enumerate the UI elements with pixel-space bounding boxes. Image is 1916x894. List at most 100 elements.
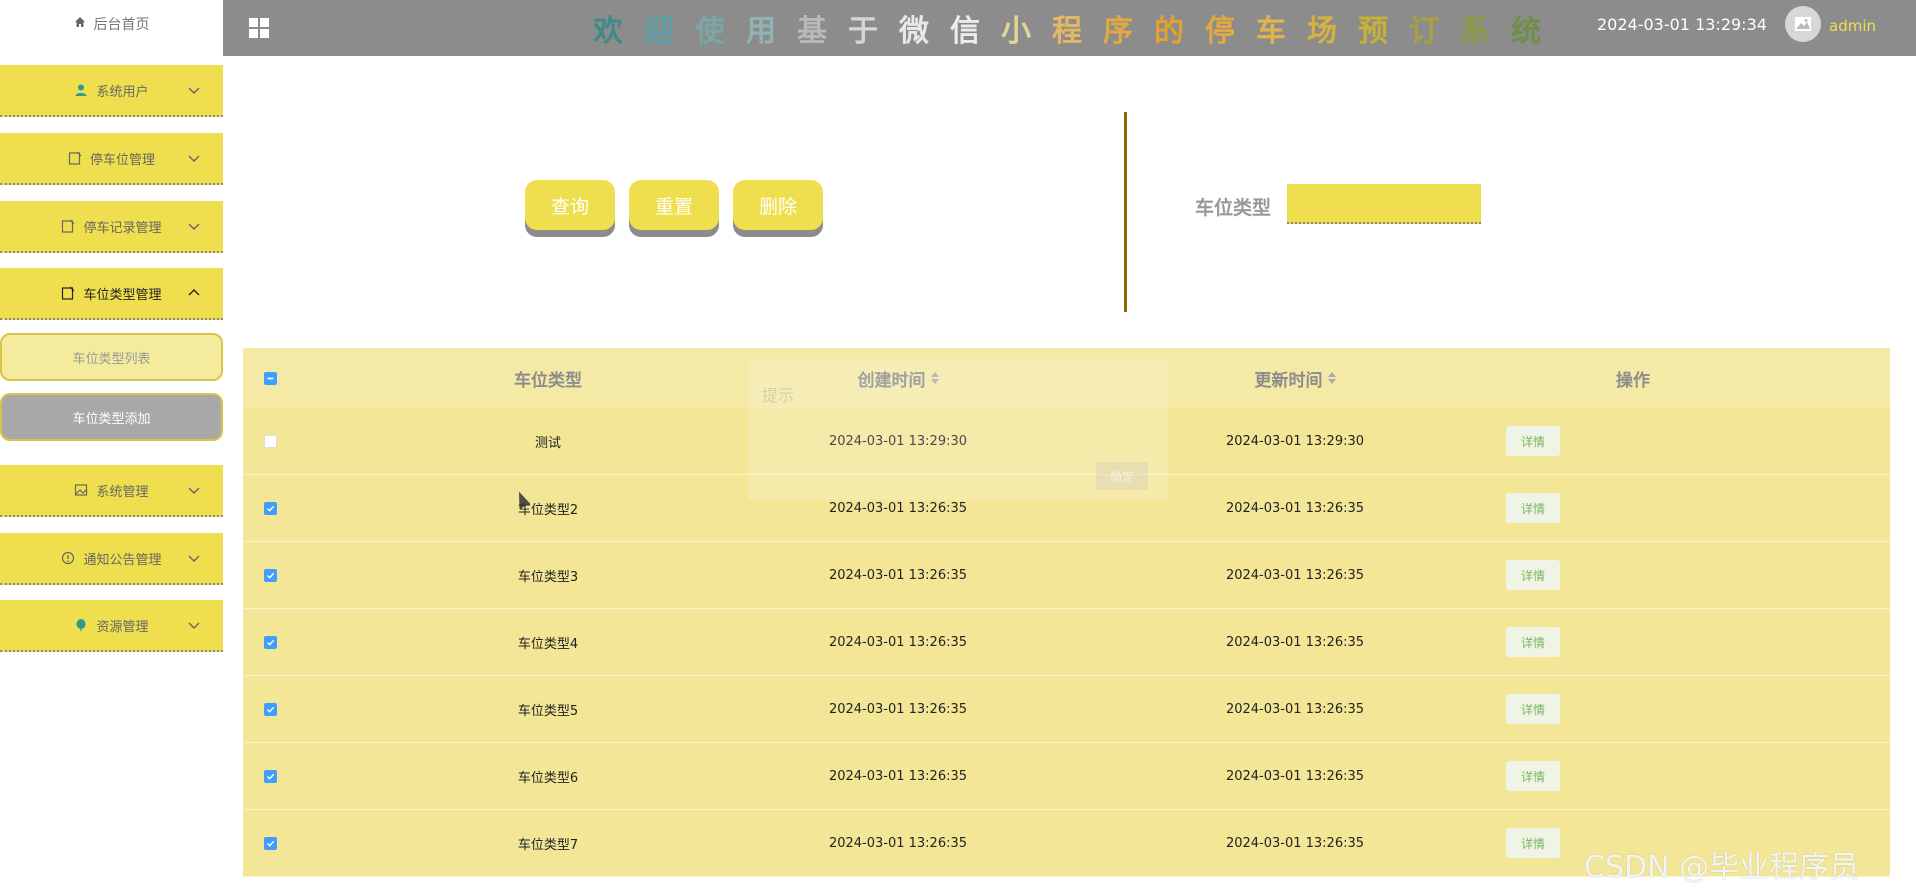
select-all-checkbox[interactable] <box>263 371 277 385</box>
cell-created: 2024-03-01 13:26:35 <box>828 835 968 851</box>
sidebar-item-parking-spaces[interactable]: 停车位管理 <box>0 133 223 185</box>
detail-button[interactable]: 详情 <box>1506 560 1560 590</box>
row-checkbox-cell <box>243 743 297 809</box>
title-char: 欢 <box>593 14 644 49</box>
table-row[interactable]: 车位类型6 2024-03-01 13:26:35 2024-03-01 13:26… <box>243 743 1890 810</box>
cell-created: 2024-03-01 13:26:35 <box>828 701 968 717</box>
dialog-confirm-button[interactable]: 确定 <box>1096 462 1148 490</box>
cell-updated: 2024-03-01 13:26:35 <box>1225 835 1365 851</box>
detail-button[interactable]: 详情 <box>1506 493 1560 523</box>
cell-updated: 2024-03-01 13:26:35 <box>1225 634 1365 650</box>
title-char: 场 <box>1307 14 1358 49</box>
query-button[interactable]: 查询 <box>525 180 615 230</box>
sidebar-subitem-type-list[interactable]: 车位类型列表 <box>0 333 223 381</box>
title-char: 迎 <box>644 14 695 49</box>
header-updated[interactable]: 更新时间 <box>1160 348 1430 408</box>
info-icon <box>61 551 75 565</box>
cell-type: 测试 <box>534 435 561 451</box>
filter-label: 车位类型 <box>1195 197 1272 219</box>
sidebar-item-label: 车位类型管理 <box>83 287 162 303</box>
sidebar-home[interactable]: 后台首页 <box>0 0 223 48</box>
title-char: 统 <box>1511 14 1562 49</box>
cell-type: 车位类型7 <box>517 837 579 853</box>
detail-button[interactable]: 详情 <box>1506 694 1560 724</box>
username[interactable]: admin <box>1829 17 1876 35</box>
sidebar-item-label: 系统管理 <box>96 484 149 500</box>
row-checkbox[interactable] <box>263 434 277 448</box>
row-checkbox-cell <box>243 542 297 608</box>
avatar[interactable] <box>1785 6 1821 42</box>
user-icon <box>74 83 88 97</box>
cell-updated: 2024-03-01 13:26:35 <box>1225 701 1365 717</box>
doc-icon <box>68 151 82 165</box>
chevron-up-icon <box>188 289 200 296</box>
dialog-overlay: 提示 确定 <box>748 360 1168 500</box>
sidebar-item-system-users[interactable]: 系统用户 <box>0 65 223 117</box>
divider <box>1124 112 1127 312</box>
title-char: 信 <box>950 14 1001 49</box>
title-char: 程 <box>1052 14 1103 49</box>
row-checkbox[interactable] <box>263 501 277 515</box>
table-row[interactable]: 车位类型3 2024-03-01 13:26:35 2024-03-01 13:26… <box>243 542 1890 609</box>
row-checkbox[interactable] <box>263 635 277 649</box>
cell-updated: 2024-03-01 13:26:35 <box>1225 768 1365 784</box>
reset-button[interactable]: 重置 <box>629 180 719 230</box>
detail-button[interactable]: 详情 <box>1506 761 1560 791</box>
chevron-down-icon <box>188 87 200 94</box>
space-type-input[interactable] <box>1287 184 1481 224</box>
row-checkbox-cell <box>243 609 297 675</box>
header-checkbox-cell <box>243 348 297 408</box>
row-checkbox[interactable] <box>263 769 277 783</box>
row-checkbox-cell <box>243 475 297 541</box>
title-char: 停 <box>1205 14 1256 49</box>
cell-operations: 详情 <box>1483 743 1583 809</box>
header-datetime: 2024-03-01 13:29:34 <box>1597 15 1767 34</box>
title-char: 系 <box>1460 14 1511 49</box>
cell-updated: 2024-03-01 13:26:35 <box>1225 500 1365 516</box>
row-checkbox[interactable] <box>263 836 277 850</box>
table-row[interactable]: 车位类型5 2024-03-01 13:26:35 2024-03-01 13:26… <box>243 676 1890 743</box>
detail-button[interactable]: 详情 <box>1506 828 1560 858</box>
sidebar-item-resources[interactable]: 资源管理 <box>0 600 223 652</box>
chevron-down-icon <box>188 622 200 629</box>
detail-button[interactable]: 详情 <box>1506 627 1560 657</box>
doc-icon <box>61 286 75 300</box>
header-operations: 操作 <box>1616 370 1650 391</box>
cell-updated: 2024-03-01 13:26:35 <box>1225 567 1365 583</box>
cell-operations: 详情 <box>1483 609 1583 675</box>
sidebar-item-parking-records[interactable]: 停车记录管理 <box>0 201 223 253</box>
cell-updated: 2024-03-01 13:29:30 <box>1225 433 1365 449</box>
sidebar-item-system-management[interactable]: 系统管理 <box>0 465 223 517</box>
title-char: 用 <box>746 14 797 49</box>
delete-button[interactable]: 删除 <box>733 180 823 230</box>
header-updated-label: 更新时间 <box>1254 370 1323 391</box>
picture-icon <box>1795 17 1811 31</box>
chevron-down-icon <box>188 223 200 230</box>
sidebar: 后台首页 系统用户 停车位管理 停车记录管理 车位类型管理 车位类型列表 车位类… <box>0 0 223 894</box>
row-checkbox[interactable] <box>263 568 277 582</box>
sidebar-item-notices[interactable]: 通知公告管理 <box>0 533 223 585</box>
balloon-icon <box>74 618 88 632</box>
title-char: 使 <box>695 14 746 49</box>
title-char: 小 <box>1001 14 1052 49</box>
cell-type: 车位类型2 <box>517 502 579 518</box>
grid-menu-icon[interactable] <box>247 16 271 40</box>
sort-icon[interactable] <box>1327 372 1336 384</box>
detail-button[interactable]: 详情 <box>1506 426 1560 456</box>
row-checkbox[interactable] <box>263 702 277 716</box>
sidebar-item-label: 系统用户 <box>96 84 149 100</box>
cell-type: 车位类型4 <box>517 636 579 652</box>
home-icon <box>74 16 86 32</box>
cell-operations: 详情 <box>1483 542 1583 608</box>
cell-type: 车位类型5 <box>517 703 579 719</box>
title-char: 基 <box>797 14 848 49</box>
sidebar-item-label: 停车记录管理 <box>83 220 162 236</box>
table-row[interactable]: 车位类型4 2024-03-01 13:26:35 2024-03-01 13:26… <box>243 609 1890 676</box>
sidebar-subitem-type-add[interactable]: 车位类型添加 <box>0 393 223 441</box>
sidebar-home-label: 后台首页 <box>93 17 150 33</box>
cell-operations: 详情 <box>1483 810 1583 876</box>
cell-type: 车位类型3 <box>517 569 579 585</box>
sidebar-item-space-types[interactable]: 车位类型管理 <box>0 268 223 320</box>
sidebar-item-label: 停车位管理 <box>89 152 155 168</box>
title-char: 于 <box>848 14 899 49</box>
